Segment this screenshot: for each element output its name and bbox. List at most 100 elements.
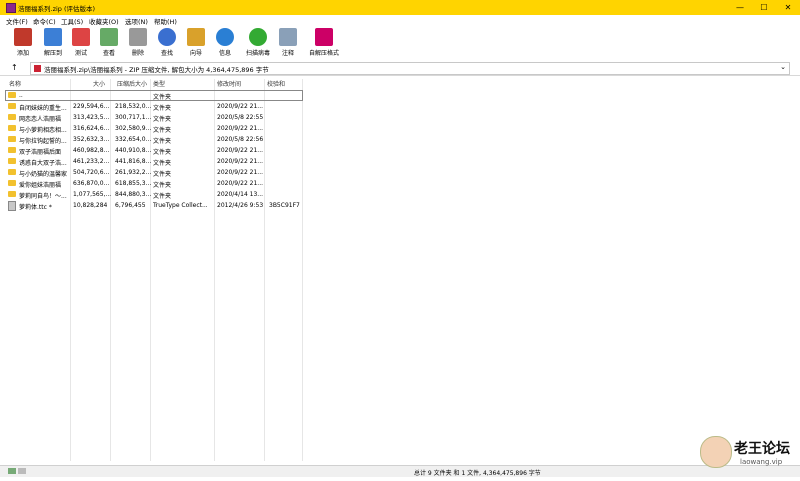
- menu-options[interactable]: 选项(N): [125, 16, 148, 26]
- table-row[interactable]: 诱惑自大双子浩... 461,233,2... 441,816,8... 文件夹…: [5, 156, 797, 167]
- sfx-button[interactable]: 自解压格式: [306, 28, 342, 60]
- row-modified: 2020/4/14 13...: [217, 191, 264, 198]
- address-bar: ↑ 浩丽福系列.zip\浩丽福系列 - ZIP 压缩文件, 解包大小为 4,36…: [0, 61, 800, 76]
- table-row[interactable]: 萝莉同自鸟！～... 1,077,565,... 844,880,3... 文件…: [5, 189, 797, 200]
- row-type: 文件夹: [153, 149, 172, 156]
- column-packed[interactable]: 压缩后大小: [117, 79, 147, 88]
- menu-file[interactable]: 文件(F): [6, 16, 28, 26]
- watermark-url: laowang.vip: [740, 458, 783, 466]
- maximize-button[interactable]: ☐: [752, 0, 776, 15]
- row-name: 与小奶猫的温馨家: [19, 171, 68, 178]
- column-modified[interactable]: 修改时间: [217, 79, 241, 88]
- row-packed: 440,910,8...: [115, 147, 152, 154]
- table-row[interactable]: .. 文件夹: [5, 90, 797, 101]
- virus-scan-label: 扫描病毒: [245, 50, 270, 57]
- title-bar: 浩丽福系列.zip (评估版本) — ☐ ✕: [0, 0, 800, 15]
- folder-icon: [8, 147, 16, 153]
- minimize-button[interactable]: —: [728, 0, 752, 15]
- row-crc: 3B5C91F7: [269, 202, 300, 209]
- archive-path: 浩丽福系列.zip\浩丽福系列 - ZIP 压缩文件, 解包大小为 4,364,…: [44, 66, 269, 74]
- row-packed: 218,532,0...: [115, 103, 152, 110]
- row-type: 文件夹: [153, 116, 172, 123]
- row-packed: 844,880,3...: [115, 191, 152, 198]
- row-packed: 261,932,2...: [115, 169, 152, 176]
- row-type: 文件夹: [153, 94, 172, 101]
- info-label: 信息: [218, 50, 231, 57]
- row-modified: 2020/9/22 21...: [217, 158, 264, 165]
- wizard-icon: [187, 28, 205, 46]
- table-row[interactable]: 自闭妹妹的重生... 229,594,6... 218,532,0... 文件夹…: [5, 101, 797, 112]
- row-size: 461,233,2...: [73, 158, 110, 165]
- key-status-icon: [18, 468, 26, 474]
- test-icon: [72, 28, 90, 46]
- column-type[interactable]: 类型: [153, 79, 165, 88]
- row-name: 爱你姐妹浩丽福: [19, 182, 62, 189]
- comment-icon: [279, 28, 297, 46]
- folder-icon: [8, 158, 16, 164]
- chevron-down-icon[interactable]: ⌄: [780, 63, 786, 71]
- table-row[interactable]: 与小萝莉相恋相... 316,624,6... 302,580,9... 文件夹…: [5, 123, 797, 134]
- menu-commands[interactable]: 命令(C): [33, 16, 56, 26]
- watermark-logo: 老王论坛 laowang.vip: [700, 436, 798, 470]
- row-modified: 2012/4/26 9:53: [217, 202, 264, 209]
- folder-icon: [8, 114, 16, 120]
- drive-status-icon[interactable]: [8, 468, 16, 474]
- wizard-button[interactable]: 向导: [181, 28, 211, 60]
- folder-icon: [8, 136, 16, 142]
- row-modified: 2020/9/22 21...: [217, 103, 264, 110]
- menu-help[interactable]: 帮助(H): [154, 16, 177, 26]
- row-type: 文件夹: [153, 193, 172, 200]
- row-type: TrueType Collect...: [153, 202, 208, 209]
- menu-favorites[interactable]: 收藏夹(O): [89, 16, 119, 26]
- row-name: 双子浩丽福后面: [19, 149, 62, 156]
- column-name[interactable]: 名称: [9, 79, 21, 88]
- add-label: 添加: [16, 50, 29, 57]
- status-text: 总计 9 文件夹 和 1 文件, 4,364,475,896 字节: [414, 470, 541, 477]
- up-arrow-icon[interactable]: ↑: [11, 63, 18, 72]
- info-icon: [216, 28, 234, 46]
- table-row[interactable]: 双子浩丽福后面 460,982,8... 440,910,8... 文件夹 20…: [5, 145, 797, 156]
- winrar-app-icon: [6, 3, 16, 13]
- row-name: 萝莉体.ttc *: [19, 204, 52, 211]
- folder-icon: [8, 92, 16, 98]
- font-file-icon: [8, 201, 16, 211]
- row-name: ..: [19, 92, 23, 99]
- magnifier-icon: [158, 28, 176, 46]
- virus-scan-button[interactable]: 扫描病毒: [243, 28, 273, 60]
- row-size: 460,982,8...: [73, 147, 110, 154]
- menu-tools[interactable]: 工具(S): [61, 16, 83, 26]
- row-name: 萝莉同自鸟！～...: [19, 193, 67, 200]
- folder-icon: [8, 103, 16, 109]
- row-packed: 302,580,9...: [115, 125, 152, 132]
- row-type: 文件夹: [153, 138, 172, 145]
- extract-to-button[interactable]: 解压到: [38, 28, 68, 60]
- view-button[interactable]: 查看: [94, 28, 124, 60]
- add-button[interactable]: 添加: [8, 28, 38, 60]
- row-type: 文件夹: [153, 127, 172, 134]
- column-crc[interactable]: 校验和: [267, 79, 285, 88]
- info-button[interactable]: 信息: [210, 28, 240, 60]
- table-row[interactable]: 网恋恋人浩丽福 313,423,5... 300,717,1... 文件夹 20…: [5, 112, 797, 123]
- path-field[interactable]: 浩丽福系列.zip\浩丽福系列 - ZIP 压缩文件, 解包大小为 4,364,…: [30, 62, 790, 75]
- close-button[interactable]: ✕: [776, 0, 800, 15]
- menu-bar: 文件(F) 命令(C) 工具(S) 收藏夹(O) 选项(N) 帮助(H): [0, 15, 800, 26]
- row-modified: 2020/5/8 22:56: [217, 136, 264, 143]
- table-row[interactable]: 萝莉体.ttc * 10,828,284 6,796,455 TrueType …: [5, 200, 797, 211]
- row-size: 229,594,6...: [73, 103, 110, 110]
- row-packed: 332,654,0...: [115, 136, 152, 143]
- row-name: 网恋恋人浩丽福: [19, 116, 62, 123]
- delete-button[interactable]: 删除: [123, 28, 153, 60]
- row-modified: 2020/9/22 21...: [217, 147, 264, 154]
- test-button[interactable]: 测试: [66, 28, 96, 60]
- folder-icon: [8, 180, 16, 186]
- extract-to-label: 解压到: [43, 50, 62, 57]
- find-button[interactable]: 查找: [152, 28, 182, 60]
- row-packed: 441,816,8...: [115, 158, 152, 165]
- table-row[interactable]: 与小奶猫的温馨家 504,720,6... 261,932,2... 文件夹 2…: [5, 167, 797, 178]
- table-row[interactable]: 与你拉钩起誓的... 352,632,3... 332,654,0... 文件夹…: [5, 134, 797, 145]
- row-name: 与你拉钩起誓的...: [19, 138, 67, 145]
- row-packed: 6,796,455: [115, 202, 146, 209]
- column-size[interactable]: 大小: [93, 79, 105, 88]
- table-row[interactable]: 爱你姐妹浩丽福 636,870,0... 618,855,3... 文件夹 20…: [5, 178, 797, 189]
- comment-button[interactable]: 注释: [273, 28, 303, 60]
